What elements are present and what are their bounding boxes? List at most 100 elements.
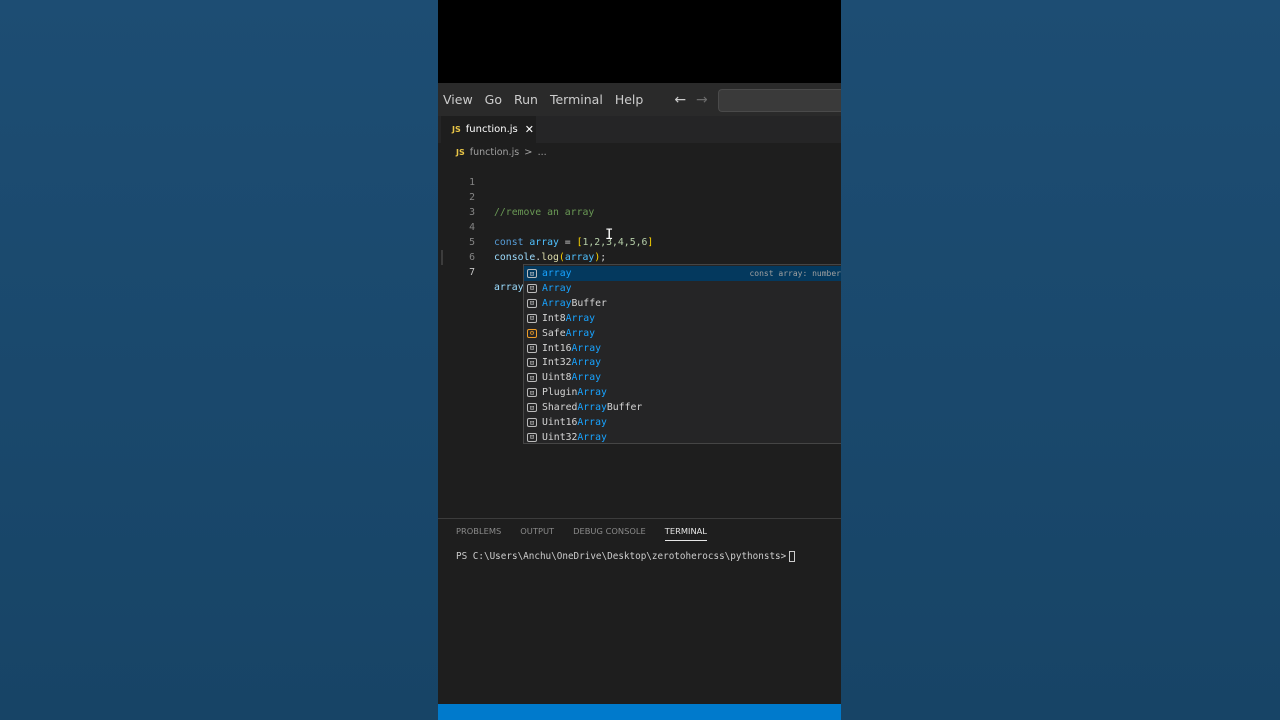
breadcrumb: JS function.js > ... [438, 143, 841, 161]
suggestion-prefix: Int16 [542, 342, 572, 354]
suggestion-suffix: Buffer [571, 297, 607, 309]
code-editor[interactable]: 1 2 //remove an array 3 4 const array = … [438, 160, 841, 518]
variable-icon: ⊡ [527, 269, 537, 278]
property-icon: ⚙ [527, 328, 537, 338]
menu-view[interactable]: View [438, 92, 479, 107]
chevron-right-icon: > [524, 146, 533, 158]
tab-terminal[interactable]: TERMINAL [664, 526, 707, 541]
suggestion-match: Array [577, 431, 607, 443]
video-letterbox [438, 0, 841, 83]
vscode-window: View Go Run Terminal Help ← → JS functio… [438, 0, 841, 720]
autocomplete-suggestions: ⊡ array const array: number ⊡ Array ⊡ ArrayBuf… [523, 264, 841, 444]
suggestion-prefix: Uint16 [542, 417, 578, 428]
suggestion-match: Array [577, 417, 607, 428]
suggestion-prefix: Safe [542, 327, 566, 339]
suggestion-item[interactable]: ⊡ Int8Array [524, 311, 841, 326]
suggestion-match: Array [565, 327, 596, 339]
terminal-prompt: PS C:\Users\Anchu\OneDrive\Desktop\zerot… [456, 551, 787, 562]
code-line-5: 5 console.log(array); [438, 220, 841, 263]
line-number: 7 [469, 267, 475, 278]
suggestion-label: Array [542, 283, 572, 294]
menu-run[interactable]: Run [508, 92, 544, 107]
variable-icon: ⊡ [527, 298, 537, 308]
suggestion-label: Uint16Array [542, 417, 607, 428]
menu-terminal[interactable]: Terminal [544, 92, 609, 107]
suggestion-prefix: Uint32 [542, 431, 578, 443]
suggestion-label: array [542, 268, 572, 279]
nav-arrows: ← → [669, 92, 712, 108]
typed-text: array [494, 282, 524, 293]
mouse-ibeam-icon: I [605, 227, 614, 243]
suggestion-prefix: Uint8 [542, 372, 572, 384]
suggestion-item[interactable]: ⊡ PluginArray [524, 385, 841, 400]
tab-function-js[interactable]: JS function.js ✕ [441, 116, 536, 143]
js-file-icon: JS [452, 125, 461, 134]
suggestion-label: Int16Array [542, 343, 601, 354]
suggestion-item[interactable]: ⊡ Uint32Array [524, 430, 841, 445]
tab-problems[interactable]: PROBLEMS [456, 526, 501, 541]
panel-tabs: PROBLEMS OUTPUT DEBUG CONSOLE TERMINAL [456, 526, 726, 541]
suggestion-label: SharedArrayBuffer [542, 402, 642, 413]
code-line-1: 1 [438, 160, 841, 188]
variable-icon: ⊡ [527, 403, 537, 413]
variable-icon: ⊡ [527, 343, 537, 353]
suggestion-match: Array [577, 402, 607, 414]
tab-debug-console[interactable]: DEBUG CONSOLE [573, 526, 646, 541]
code-line-4: 4 const array = [1,2,3,4,5,6] [438, 205, 841, 248]
suggestion-match: Array [542, 297, 572, 309]
suggestion-match: Array [542, 282, 572, 294]
code-line-7: 7 array [438, 250, 841, 293]
suggestion-label: PluginArray [542, 387, 607, 398]
variable-icon: ⊡ [527, 358, 537, 368]
suggestion-label: Int32Array [542, 357, 601, 368]
close-icon[interactable]: ✕ [525, 123, 534, 136]
tab-output[interactable]: OUTPUT [520, 526, 554, 541]
suggestion-item[interactable]: ⊡ Array [524, 281, 841, 296]
code-line-6: 6 [438, 235, 841, 263]
suggestion-label: Int8Array [542, 313, 595, 324]
background-left [0, 0, 438, 720]
code-line-2: 2 //remove an array [438, 175, 841, 218]
suggestion-item[interactable]: ⊡ array const array: number [524, 266, 841, 281]
variable-icon: ⊡ [527, 432, 537, 442]
back-arrow-icon[interactable]: ← [669, 92, 691, 108]
suggestion-label: Uint8Array [542, 372, 601, 383]
suggestion-prefix: Int8 [542, 312, 566, 324]
breadcrumb-more[interactable]: ... [538, 147, 547, 158]
tab-label: function.js [465, 124, 518, 135]
panel-divider[interactable] [438, 518, 841, 519]
terminal-prompt-line[interactable]: PS C:\Users\Anchu\OneDrive\Desktop\zerot… [456, 551, 796, 562]
suggestion-match: Array [571, 342, 602, 354]
breadcrumb-file[interactable]: function.js [470, 147, 519, 158]
suggestion-item[interactable]: ⊡ Int16Array [524, 341, 841, 356]
menu-help[interactable]: Help [609, 92, 650, 107]
suggestion-item[interactable]: ⊡ Uint16Array [524, 415, 841, 430]
suggestion-item[interactable]: ⚙ SafeArray [524, 326, 841, 341]
background-right [841, 0, 1280, 720]
code-text: array [494, 280, 525, 295]
suggestion-item[interactable]: ⊡ SharedArrayBuffer [524, 400, 841, 415]
menu-bar: View Go Run Terminal Help ← → [438, 83, 841, 116]
menu-go[interactable]: Go [479, 92, 508, 107]
suggestion-item[interactable]: ⊡ Int32Array [524, 355, 841, 370]
suggestion-label: SafeArray [542, 328, 595, 339]
command-center-search[interactable] [718, 89, 841, 112]
variable-icon: ⊡ [527, 313, 537, 323]
status-bar [438, 704, 841, 720]
variable-icon: ⊡ [527, 388, 537, 398]
suggestion-item[interactable]: ⊡ ArrayBuffer [524, 296, 841, 311]
suggestion-prefix: Plugin [542, 387, 578, 399]
terminal-cursor [789, 551, 796, 562]
suggestion-match: array [542, 268, 572, 279]
editor-tab-bar: JS function.js ✕ [438, 116, 841, 143]
suggestion-label: ArrayBuffer [542, 298, 607, 309]
variable-icon: ⊡ [527, 283, 537, 293]
suggestion-prefix: Int32 [542, 357, 572, 369]
suggestion-match: Array [577, 387, 607, 399]
suggestion-prefix: Shared [542, 402, 578, 414]
variable-icon: ⊡ [527, 373, 537, 383]
suggestion-suffix: Buffer [606, 402, 643, 414]
suggestion-item[interactable]: ⊡ Uint8Array [524, 370, 841, 385]
forward-arrow-icon[interactable]: → [691, 92, 713, 108]
js-file-icon: JS [456, 147, 465, 157]
